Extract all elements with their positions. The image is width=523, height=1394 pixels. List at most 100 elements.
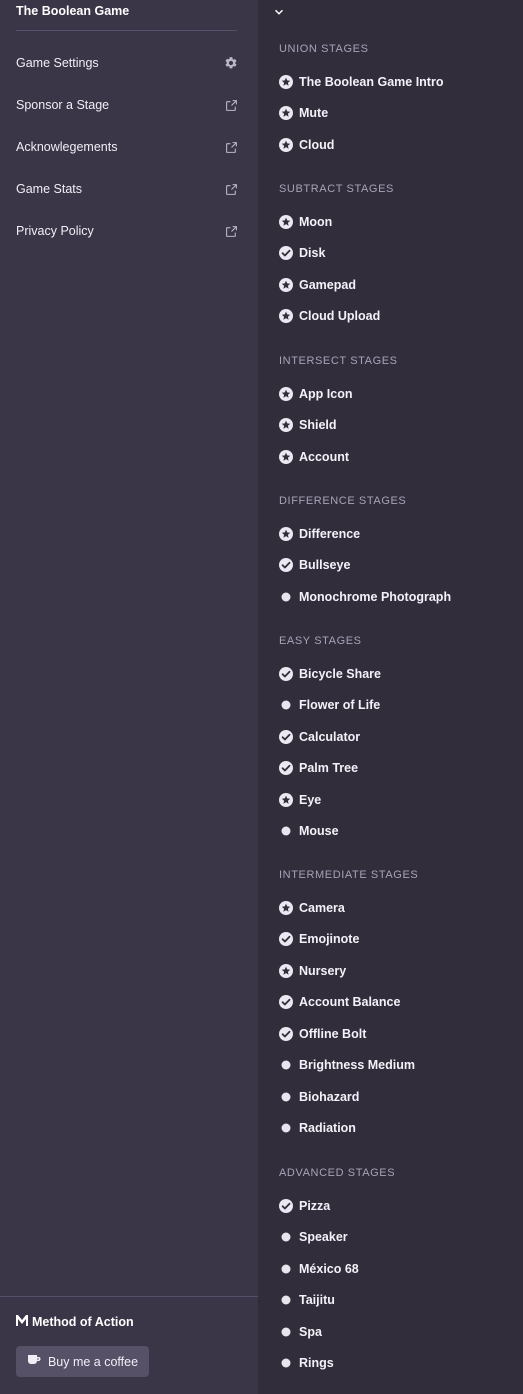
menu-item-game-stats[interactable]: Game Stats [16,178,238,200]
check-circle-icon [279,932,293,946]
stage-label: Calculator [299,729,361,744]
star-circle-icon [279,309,293,323]
gear-icon [224,56,238,70]
stage-label: Palm Tree [299,761,359,775]
section-title: UNION STAGES [279,43,369,55]
stage-item[interactable]: Emojinote [279,929,514,949]
star-circle-icon [279,277,293,292]
stage-item[interactable]: Disk [279,243,514,263]
stage-label: Bicycle Share [299,666,381,681]
check-circle-icon [279,761,293,775]
menu-item-game-settings[interactable]: Game Settings [16,52,238,74]
stage-label: Cloud Upload [299,309,381,323]
menu-item-label: Acknowlegements [16,140,118,154]
stage-item[interactable]: Moon [279,212,514,232]
star-circle-icon [279,74,293,89]
dot-icon [279,1058,293,1072]
stage-item[interactable]: The Boolean Game Intro [279,72,514,92]
check-circle-icon [279,1198,293,1213]
menu-item-label: Privacy Policy [16,224,94,238]
stage-item[interactable]: México 68 [279,1259,514,1279]
stage-item[interactable]: Camera [279,898,514,918]
stage-item[interactable]: Eye [279,790,514,810]
stage-item[interactable]: Monochrome Photograph [279,587,514,607]
stage-item[interactable]: Spa [279,1322,514,1342]
stage-label: Biohazard [299,1089,360,1104]
external-link-icon [225,183,238,196]
app-title: The Boolean Game [16,4,130,18]
stage-label: Account Balance [299,995,401,1009]
check-circle-icon [279,666,293,681]
stage-label: Account [299,449,349,464]
stage-label: Nursery [299,963,347,978]
stage-label: Pizza [299,1198,331,1213]
star-circle-icon [279,963,293,978]
star-circle-icon [279,900,293,915]
coffee-cup-icon [27,1354,41,1369]
stage-label: The Boolean Game Intro [299,74,444,89]
stage-item[interactable]: Mute [279,103,514,123]
stage-item[interactable]: Bicycle Share [279,664,514,684]
stage-item[interactable]: Biohazard [279,1087,514,1107]
chevron-down-icon[interactable] [272,5,286,24]
menu-item-label: Sponsor a Stage [16,98,110,112]
stage-item[interactable]: Gamepad [279,275,514,295]
section-title: ADVANCED STAGES [279,1167,396,1179]
menu-item-acknowlegements[interactable]: Acknowlegements [16,136,238,158]
star-circle-icon [279,418,293,432]
stage-item[interactable]: Palm Tree [279,758,514,778]
stage-item[interactable]: Calculator [279,727,514,747]
external-link-icon [225,225,238,238]
stage-item[interactable]: Cloud [279,135,514,155]
check-circle-icon [279,1026,293,1041]
stage-label: Taijitu [299,1293,335,1307]
check-circle-icon [279,729,293,744]
stage-item[interactable]: Speaker [279,1227,514,1247]
menu-item-sponsor-a-stage[interactable]: Sponsor a Stage [16,94,238,116]
stage-label: Difference [299,526,361,541]
check-circle-icon [279,995,293,1009]
stage-label: Rings [299,1356,334,1370]
stage-item[interactable]: Rings [279,1353,514,1373]
stage-item[interactable]: Nursery [279,961,514,981]
star-circle-icon [279,386,293,401]
stage-label: Flower of Life [299,698,381,712]
stage-item[interactable]: Shield [279,415,514,435]
sidebar: The Boolean Game Game Settings Sponsor a… [0,0,258,1394]
dot-icon [279,824,293,838]
stage-item[interactable]: Difference [279,524,514,544]
stage-item[interactable]: Cloud Upload [279,306,514,326]
star-circle-icon [279,449,293,464]
stage-label: Speaker [299,1230,348,1244]
stage-item[interactable]: Brightness Medium [279,1055,514,1075]
section-title: DIFFERENCE STAGES [279,495,407,507]
stage-item[interactable]: Bullseye [279,555,514,575]
stage-label: Brightness Medium [299,1058,415,1072]
menu-item-privacy-policy[interactable]: Privacy Policy [16,220,238,242]
stage-item[interactable]: App Icon [279,384,514,404]
divider [0,1296,258,1297]
stage-item[interactable]: Taijitu [279,1290,514,1310]
stage-label: App Icon [299,386,353,401]
buy-me-a-coffee-button[interactable]: Buy me a coffee [16,1346,149,1377]
stage-item[interactable]: Radiation [279,1118,514,1138]
stage-item[interactable]: Pizza [279,1196,514,1216]
stage-item[interactable]: Account Balance [279,992,514,1012]
section-title: SUBTRACT STAGES [279,183,394,195]
dot-icon [279,698,293,712]
stage-item[interactable]: Offline Bolt [279,1024,514,1044]
stage-item[interactable]: Account [279,447,514,467]
stage-label: Bullseye [299,558,351,572]
stage-label: Eye [299,792,322,807]
stage-item[interactable]: Flower of Life [279,695,514,715]
menu-item-label: Game Settings [16,56,99,70]
stage-label: Spa [299,1324,322,1339]
brand-label: Method of Action [32,1315,134,1329]
dot-icon [279,1230,293,1244]
divider [16,30,237,31]
stage-item[interactable]: Mouse [279,821,514,841]
stage-label: Camera [299,900,345,915]
brand[interactable]: Method of Action [16,1315,134,1329]
section-title: INTERSECT STAGES [279,355,398,367]
star-circle-icon [279,137,293,152]
